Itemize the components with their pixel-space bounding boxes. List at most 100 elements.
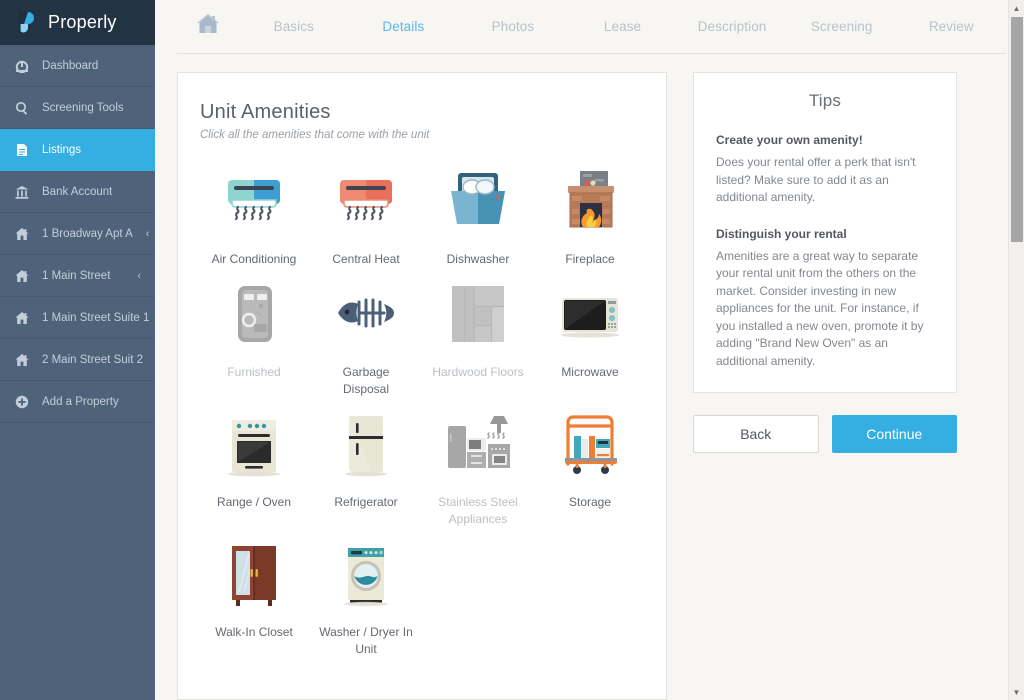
home-icon [15, 353, 29, 367]
tab-basics[interactable]: Basics [239, 19, 349, 34]
back-button[interactable]: Back [693, 415, 819, 453]
tips-title: Tips [808, 91, 842, 110]
action-buttons: Back Continue [693, 415, 957, 453]
amenity-range-oven[interactable]: Range / Oven [198, 406, 310, 528]
sidebar-item-label: 1 Main Street Suite 1 [42, 311, 150, 324]
tip-heading: Create your own amenity! [716, 133, 863, 147]
fireplace-icon [550, 167, 630, 241]
tips-rail: Tips Create your own amenity! Does your … [693, 72, 961, 700]
continue-button[interactable]: Continue [831, 415, 957, 453]
tip-heading: Distinguish your rental [716, 226, 847, 241]
tab-review[interactable]: Review [896, 19, 1006, 34]
washing-machine-icon [326, 540, 406, 614]
amenity-dishwasher[interactable]: Dishwasher [422, 163, 534, 268]
sidebar-item-bank-account[interactable]: Bank Account [0, 171, 155, 213]
amenity-garbage-disposal[interactable]: Garbage Disposal [310, 276, 422, 398]
home-icon [15, 269, 29, 283]
sidebar-item-label: Dashboard [42, 59, 99, 72]
microwave-icon [550, 280, 630, 354]
sidebar-item-label: 1 Broadway Apt A [42, 227, 133, 240]
furnished-icon [214, 280, 294, 354]
amenity-central-heat[interactable]: Central Heat [310, 163, 422, 268]
scroll-up-icon[interactable]: ▲ [1009, 0, 1024, 16]
sidebar-nav: Dashboard Screening Tools Listings Bank Acc… [0, 45, 166, 423]
dashboard-icon [15, 59, 29, 73]
sidebar: Properly Dashboard Screening Tools Listing… [0, 0, 166, 700]
tab-description[interactable]: Description [677, 19, 787, 34]
document-icon [15, 143, 29, 157]
sidebar-item-label: Listings [42, 143, 81, 156]
sidebar-item-label: Add a Property [42, 395, 119, 408]
app-root: Properly Dashboard Screening Tools Listing… [0, 0, 1024, 700]
tab-home[interactable] [177, 12, 239, 41]
plus-circle-icon [15, 395, 29, 409]
tip-body: Amenities are a great way to separate yo… [716, 248, 924, 368]
amenity-label: Hardwood Floors [432, 365, 524, 379]
amenity-label: Microwave [561, 365, 619, 379]
sidebar-item-dashboard[interactable]: Dashboard [0, 45, 155, 87]
tab-list: Basics Details Photos Lease Description Scree… [239, 19, 1006, 34]
home-icon [15, 227, 29, 241]
tab-details[interactable]: Details [349, 19, 459, 34]
wizard-tabbar: Basics Details Photos Lease Description Scree… [177, 0, 1006, 54]
sidebar-item-label: Screening Tools [42, 101, 124, 114]
page-title: Unit Amenities [200, 101, 331, 123]
amenity-grid: Air Conditioning Central Heat Dishwasher… [198, 163, 646, 658]
unit-amenities-card: Unit Amenities Click all the amenities t… [177, 72, 667, 700]
content-row: Unit Amenities Click all the amenities t… [155, 54, 1024, 700]
amenity-walk-in-closet[interactable]: Walk-In Closet [198, 536, 310, 658]
amenity-label: Washer / Dryer In Unit [319, 625, 413, 656]
search-icon [15, 101, 29, 115]
amenity-storage[interactable]: Storage [534, 406, 646, 528]
central-heat-icon [326, 167, 406, 241]
sidebar-item-1-main-street[interactable]: 1 Main Street ‹ [0, 255, 155, 297]
air-conditioner-icon [214, 167, 294, 241]
amenity-stainless-steel-appliances[interactable]: Stainless Steel Appliances [422, 406, 534, 528]
sidebar-item-1-main-street-suite-1[interactable]: 1 Main Street Suite 1‹ [0, 297, 166, 339]
amenity-refrigerator[interactable]: Refrigerator [310, 406, 422, 528]
amenity-air-conditioning[interactable]: Air Conditioning [198, 163, 310, 268]
amenity-label: Walk-In Closet [215, 625, 293, 639]
scrollbar-thumb[interactable] [1011, 17, 1023, 242]
amenity-label: Fireplace [565, 252, 615, 266]
sidebar-item-screening-tools[interactable]: Screening Tools [0, 87, 155, 129]
tips-panel: Tips Create your own amenity! Does your … [693, 72, 957, 393]
home-icon [15, 311, 29, 325]
stainless-appliances-icon [438, 410, 518, 484]
brand-header[interactable]: Properly [0, 0, 155, 45]
amenity-label: Central Heat [332, 252, 400, 266]
wardrobe-icon [214, 540, 294, 614]
oven-icon [214, 410, 294, 484]
hardwood-floors-icon [438, 280, 518, 354]
amenity-label: Stainless Steel Appliances [438, 495, 518, 526]
sidebar-item-add-a-property[interactable]: Add a Property [0, 381, 155, 423]
amenity-label: Storage [568, 495, 612, 509]
sidebar-item-label: 1 Main Street [42, 269, 111, 282]
refrigerator-icon [326, 410, 406, 484]
tip-body: Does your rental offer a perk that isn't… [716, 155, 916, 204]
sidebar-item-1-broadway-apt-a[interactable]: 1 Broadway Apt A ‹ [0, 213, 155, 255]
tab-photos[interactable]: Photos [458, 19, 568, 34]
amenity-washer-dryer-in-unit[interactable]: Washer / Dryer In Unit [310, 536, 422, 658]
sidebar-item-listings[interactable]: Listings [0, 129, 155, 171]
tab-screening[interactable]: Screening [787, 19, 897, 34]
sidebar-item-label: Bank Account [42, 185, 113, 198]
home-icon [195, 12, 221, 41]
brand-name: Properly [48, 12, 117, 32]
amenity-label: Furnished [227, 365, 281, 379]
amenity-furnished[interactable]: Furnished [198, 276, 310, 398]
chevron-left-icon[interactable]: ‹ [137, 270, 141, 282]
scroll-down-icon[interactable]: ▼ [1009, 684, 1024, 700]
dishwasher-icon [438, 167, 518, 241]
amenity-label: Garbage Disposal [342, 365, 390, 396]
amenity-fireplace[interactable]: Fireplace [534, 163, 646, 268]
amenity-microwave[interactable]: Microwave [534, 276, 646, 398]
sidebar-item-label: 2 Main Street Suit 2 [42, 353, 143, 366]
amenity-label: Range / Oven [216, 495, 292, 509]
tab-lease[interactable]: Lease [568, 19, 678, 34]
amenity-hardwood-floors[interactable]: Hardwood Floors [422, 276, 534, 398]
page-subtitle: Click all the amenities that come with t… [200, 129, 430, 141]
sidebar-item-2-main-street-suit-2[interactable]: 2 Main Street Suit 2‹ [0, 339, 160, 381]
chevron-left-icon[interactable]: ‹ [146, 228, 150, 240]
page-scrollbar[interactable]: ▲ ▼ [1008, 0, 1024, 700]
